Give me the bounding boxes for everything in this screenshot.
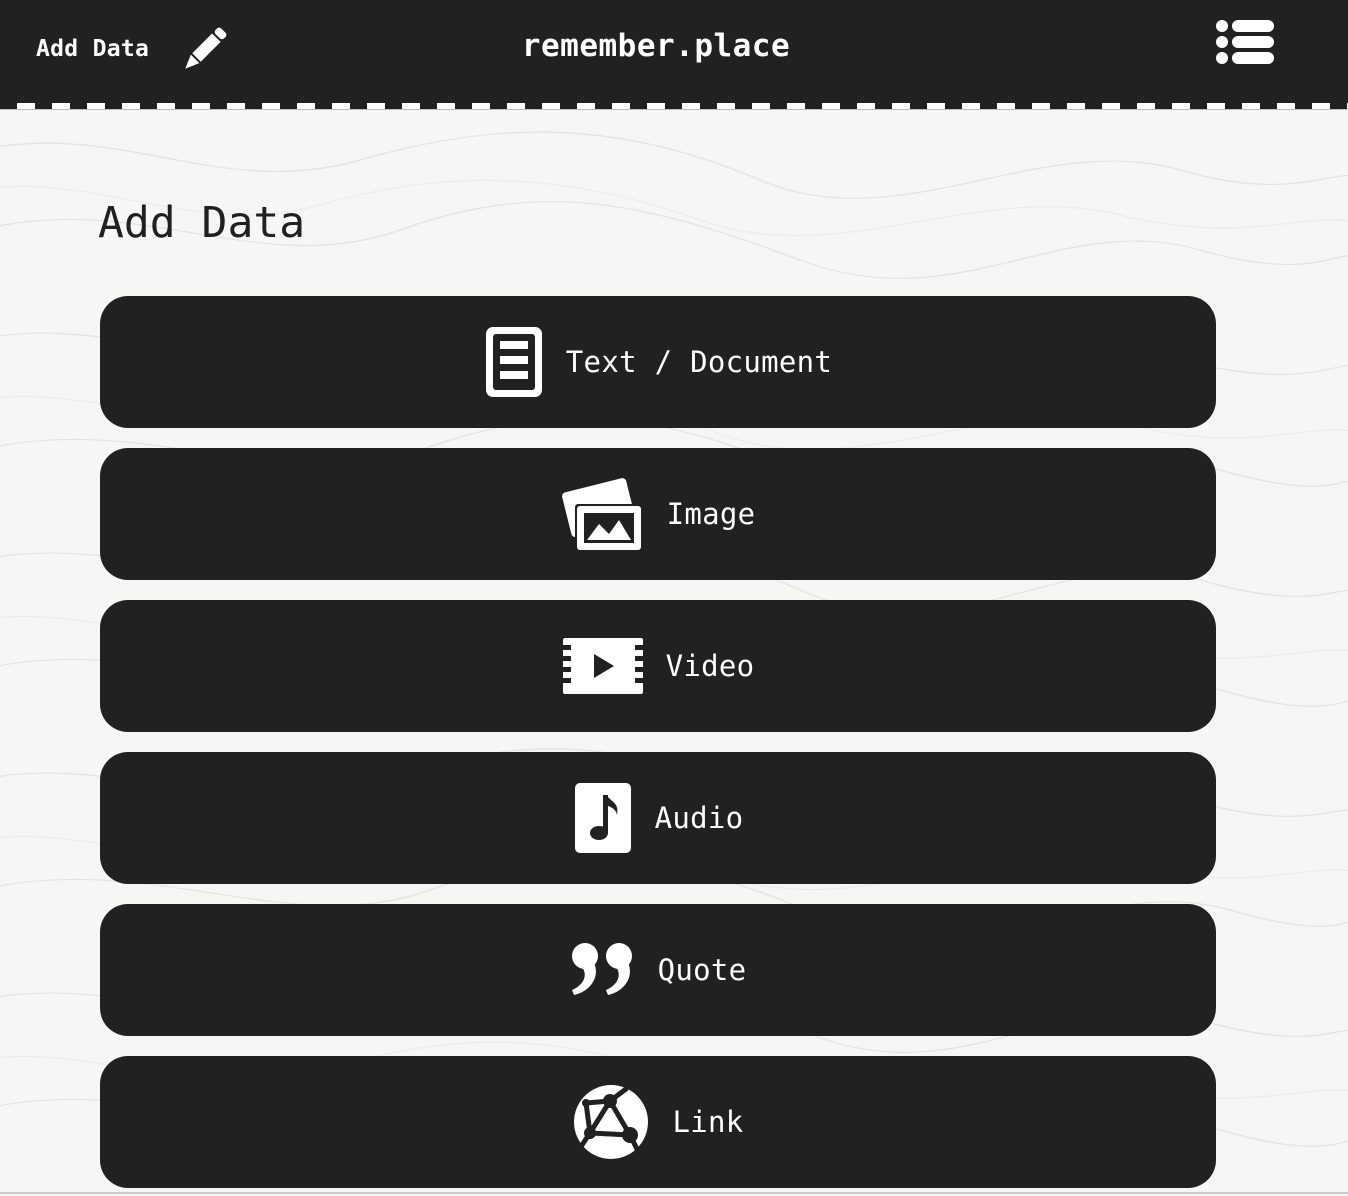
list-icon[interactable] bbox=[1214, 18, 1276, 66]
video-button[interactable]: Video bbox=[100, 600, 1216, 732]
page-title: Add Data bbox=[98, 198, 306, 248]
link-button[interactable]: Link bbox=[100, 1056, 1216, 1188]
globe-icon bbox=[574, 1085, 649, 1159]
site-title: remember.place bbox=[521, 28, 791, 64]
image-button[interactable]: Image bbox=[100, 448, 1216, 580]
link-label: Link bbox=[672, 1105, 744, 1139]
quote-label: Quote bbox=[657, 953, 747, 987]
text-document-button[interactable]: Text / Document bbox=[100, 296, 1216, 428]
app-header: Add Data remember.place bbox=[0, 0, 1348, 102]
text-document-label: Text / Document bbox=[565, 345, 833, 379]
video-icon bbox=[562, 638, 643, 694]
image-label: Image bbox=[666, 497, 756, 531]
page-bottom-border bbox=[0, 1192, 1348, 1194]
audio-icon bbox=[574, 783, 631, 853]
image-icon bbox=[561, 478, 643, 550]
quote-icon bbox=[571, 943, 632, 995]
document-icon bbox=[485, 327, 542, 397]
audio-button[interactable]: Audio bbox=[100, 752, 1216, 884]
header-dashed-border bbox=[0, 102, 1348, 110]
video-label: Video bbox=[665, 649, 755, 683]
quote-button[interactable]: Quote bbox=[100, 904, 1216, 1036]
audio-label: Audio bbox=[654, 801, 744, 835]
